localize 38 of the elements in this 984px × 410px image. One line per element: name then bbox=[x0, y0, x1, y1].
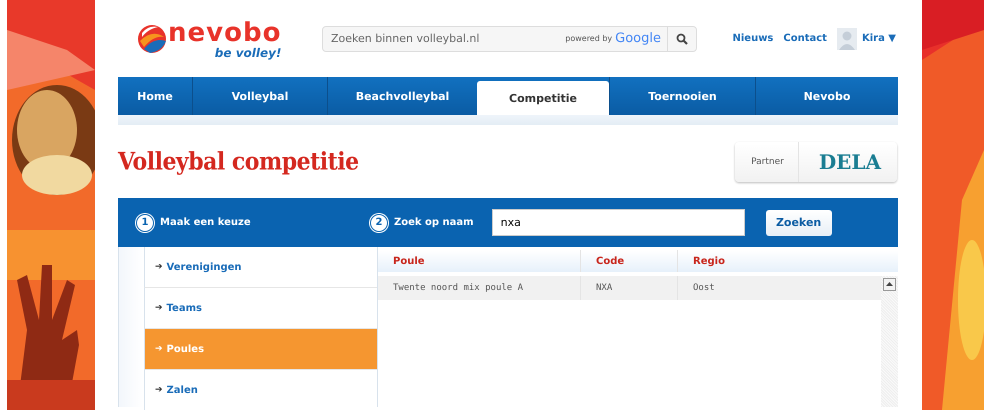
arrow-icon: ➔ bbox=[155, 303, 163, 313]
column-header[interactable]: Regio bbox=[677, 250, 862, 272]
header-link[interactable]: Contact bbox=[783, 33, 827, 44]
avatar-icon bbox=[836, 28, 857, 50]
scrollbar[interactable] bbox=[881, 276, 898, 407]
nav-tab[interactable]: Competitie bbox=[477, 81, 609, 115]
nav-tab[interactable]: Home bbox=[118, 77, 192, 115]
step-label: Zoek op naam bbox=[394, 217, 474, 228]
table-cell: Twente noord mix poule A bbox=[393, 283, 524, 293]
menu-item[interactable]: ➔ Teams bbox=[144, 288, 377, 329]
name-search-field[interactable]: nxa bbox=[492, 209, 745, 236]
menu-item[interactable]: ➔ Verenigingen bbox=[144, 247, 377, 288]
search-button[interactable]: Zoeken bbox=[766, 210, 832, 236]
arrow-icon: ➔ bbox=[155, 262, 163, 272]
column-header[interactable]: Code bbox=[580, 250, 677, 272]
column-header[interactable]: Poule bbox=[378, 250, 580, 272]
table-row[interactable]: Twente noord mix poule A NXA Oost bbox=[378, 276, 881, 300]
step-label: Maak een keuze bbox=[160, 217, 251, 228]
arrow-icon: ➔ bbox=[155, 344, 163, 354]
powered-by-label: powered by bbox=[565, 34, 612, 43]
step-number: 1 bbox=[136, 214, 154, 232]
partner-logo: DELA bbox=[818, 150, 882, 174]
search-icon[interactable] bbox=[676, 32, 688, 44]
provider-label: Google bbox=[615, 31, 661, 46]
table-cell: Oost bbox=[693, 283, 715, 293]
page-title: Volleybal competitie bbox=[118, 147, 359, 176]
partner-label: Partner bbox=[735, 142, 799, 182]
step-number: 2 bbox=[370, 214, 388, 232]
arrow-icon: ➔ bbox=[155, 385, 163, 395]
search-bar[interactable]: Zoeken binnen volleybal.nl powered by Google bbox=[322, 26, 697, 52]
scroll-up-icon[interactable] bbox=[883, 278, 896, 291]
user-menu[interactable]: Kira ▼ bbox=[862, 33, 896, 44]
search-input[interactable]: Zoeken binnen volleybal.nl bbox=[323, 31, 566, 46]
table-cell: NXA bbox=[596, 283, 612, 293]
logo-slogan: be volley! bbox=[214, 46, 282, 60]
logo-name: nevobo bbox=[168, 18, 282, 48]
logo-icon bbox=[136, 22, 168, 54]
header-link[interactable]: Nieuws bbox=[732, 33, 774, 44]
